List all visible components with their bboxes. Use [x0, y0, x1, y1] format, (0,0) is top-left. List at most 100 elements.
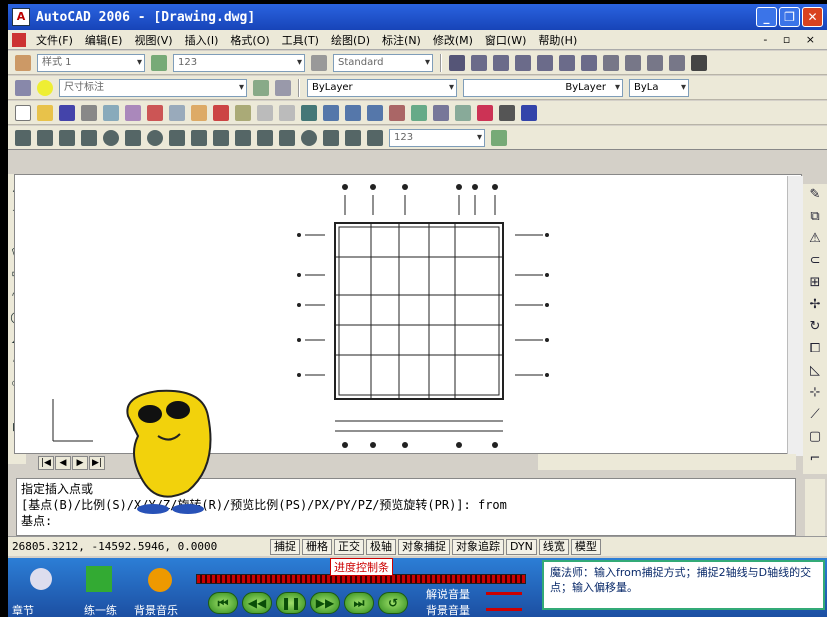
markup-icon[interactable]: [477, 104, 493, 121]
view-bottom-icon[interactable]: [493, 54, 509, 71]
view-right-icon[interactable]: [537, 54, 553, 71]
view-front-icon[interactable]: [559, 54, 575, 71]
make-current-icon[interactable]: [253, 79, 269, 96]
text-style-icon[interactable]: [15, 54, 31, 71]
linear-dim-icon[interactable]: [15, 129, 31, 146]
menu-window[interactable]: 窗口(W): [479, 32, 532, 48]
quick-dim-icon[interactable]: [191, 129, 207, 146]
iso-nw-icon[interactable]: [669, 54, 685, 71]
music-label[interactable]: 背景音乐: [134, 602, 178, 617]
practice-icon[interactable]: [86, 566, 112, 592]
rewind-icon[interactable]: ◀◀: [242, 592, 272, 614]
tool-palettes-icon[interactable]: [433, 104, 449, 121]
undo-icon[interactable]: [257, 104, 273, 121]
iso-ne-icon[interactable]: [647, 54, 663, 71]
menu-dimension[interactable]: 标注(N): [376, 32, 427, 48]
radius-dim-icon[interactable]: [103, 129, 119, 146]
zoom-realtime-icon[interactable]: [323, 104, 339, 121]
new-icon[interactable]: [15, 104, 31, 121]
menu-insert[interactable]: 插入(I): [179, 32, 225, 48]
zoom-window-icon[interactable]: [345, 104, 361, 121]
background-volume-slider[interactable]: [486, 608, 522, 611]
menu-draw[interactable]: 绘图(D): [325, 32, 376, 48]
dim-style-combo[interactable]: 123: [389, 128, 485, 147]
diameter-dim-icon[interactable]: [147, 129, 163, 146]
join-icon[interactable]: ⌐: [807, 451, 823, 467]
linetype-select[interactable]: ByLayer: [463, 78, 623, 97]
trim-icon[interactable]: ⊹: [807, 385, 823, 401]
properties-icon[interactable]: [389, 104, 405, 121]
redo-icon[interactable]: [279, 104, 295, 121]
tolerance-icon[interactable]: [279, 129, 295, 146]
narration-volume-slider[interactable]: [486, 592, 522, 595]
first-icon[interactable]: ⏮: [208, 592, 238, 614]
offset-icon[interactable]: ⊂: [807, 253, 823, 269]
mirror-icon[interactable]: ⚠: [807, 231, 823, 247]
help-icon[interactable]: [521, 104, 537, 121]
zoom-previous-icon[interactable]: [367, 104, 383, 121]
camera-icon[interactable]: [691, 54, 707, 71]
replay-icon[interactable]: ↺: [378, 592, 408, 614]
dim-style-manager-icon[interactable]: [491, 129, 507, 146]
grid-toggle[interactable]: 栅格: [302, 538, 332, 555]
dim-style-icon[interactable]: [151, 54, 167, 71]
center-mark-icon[interactable]: [301, 129, 317, 146]
command-scrollbar[interactable]: [805, 479, 825, 537]
move-icon[interactable]: ✢: [807, 297, 823, 313]
layer-previous-icon[interactable]: [275, 79, 291, 96]
dim-update-icon[interactable]: [367, 129, 383, 146]
pan-icon[interactable]: [301, 104, 317, 121]
model-toggle[interactable]: 模型: [570, 538, 601, 555]
dim-edit-icon[interactable]: [323, 129, 339, 146]
lineweight-toggle[interactable]: 线宽: [538, 538, 569, 555]
copy-icon[interactable]: [169, 104, 185, 121]
layer-select[interactable]: 尺寸标注: [59, 78, 247, 97]
stretch-icon[interactable]: ◺: [807, 363, 823, 379]
extend-icon[interactable]: ⟋: [807, 407, 823, 423]
osnap-toggle[interactable]: 对象捕捉: [398, 538, 450, 555]
dim-text-edit-icon[interactable]: [345, 129, 361, 146]
lineweight-select[interactable]: ByLa: [629, 78, 689, 97]
block-editor-icon[interactable]: [235, 104, 251, 121]
table-style-icon[interactable]: [311, 54, 327, 71]
magnifier-icon[interactable]: [30, 568, 52, 590]
practice-label[interactable]: 练一练: [84, 602, 117, 617]
match-properties-icon[interactable]: [213, 104, 229, 121]
dim-style-select[interactable]: 123: [173, 53, 305, 72]
scale-icon[interactable]: ⧠: [807, 341, 823, 357]
next-tab-button[interactable]: ▶: [72, 456, 88, 470]
view-left-icon[interactable]: [515, 54, 531, 71]
open-icon[interactable]: [37, 104, 53, 121]
erase-icon[interactable]: ✎: [807, 187, 823, 203]
baseline-dim-icon[interactable]: [213, 129, 229, 146]
save-icon[interactable]: [59, 104, 75, 121]
cut-icon[interactable]: [147, 104, 163, 121]
dyn-toggle[interactable]: DYN: [506, 538, 537, 555]
publish-icon[interactable]: [125, 104, 141, 121]
snap-toggle[interactable]: 捕捉: [270, 538, 300, 555]
iso-sw-icon[interactable]: [603, 54, 619, 71]
horizontal-scrollbar[interactable]: [538, 454, 796, 470]
minimize-button[interactable]: _: [756, 7, 777, 27]
leader-icon[interactable]: [257, 129, 273, 146]
angular-dim-icon[interactable]: [169, 129, 185, 146]
text-style-select[interactable]: 样式 1: [37, 53, 145, 72]
view-icon[interactable]: [449, 54, 465, 71]
menu-view[interactable]: 视图(V): [128, 32, 178, 48]
polar-toggle[interactable]: 极轴: [366, 538, 396, 555]
menu-tools[interactable]: 工具(T): [276, 32, 325, 48]
view-top-icon[interactable]: [471, 54, 487, 71]
plot-preview-icon[interactable]: [103, 104, 119, 121]
forward-icon[interactable]: ▶▶: [310, 592, 340, 614]
print-icon[interactable]: [81, 104, 97, 121]
aligned-dim-icon[interactable]: [37, 129, 53, 146]
otrack-toggle[interactable]: 对象追踪: [452, 538, 504, 555]
layer-manager-icon[interactable]: [15, 79, 31, 96]
calculator-icon[interactable]: [499, 104, 515, 121]
sheet-set-icon[interactable]: [455, 104, 471, 121]
last-icon[interactable]: ⏭: [344, 592, 374, 614]
rotate-icon[interactable]: ↻: [807, 319, 823, 335]
jogged-dim-icon[interactable]: [125, 129, 141, 146]
color-select[interactable]: ByLayer: [307, 78, 457, 97]
menu-format[interactable]: 格式(O): [224, 32, 275, 48]
